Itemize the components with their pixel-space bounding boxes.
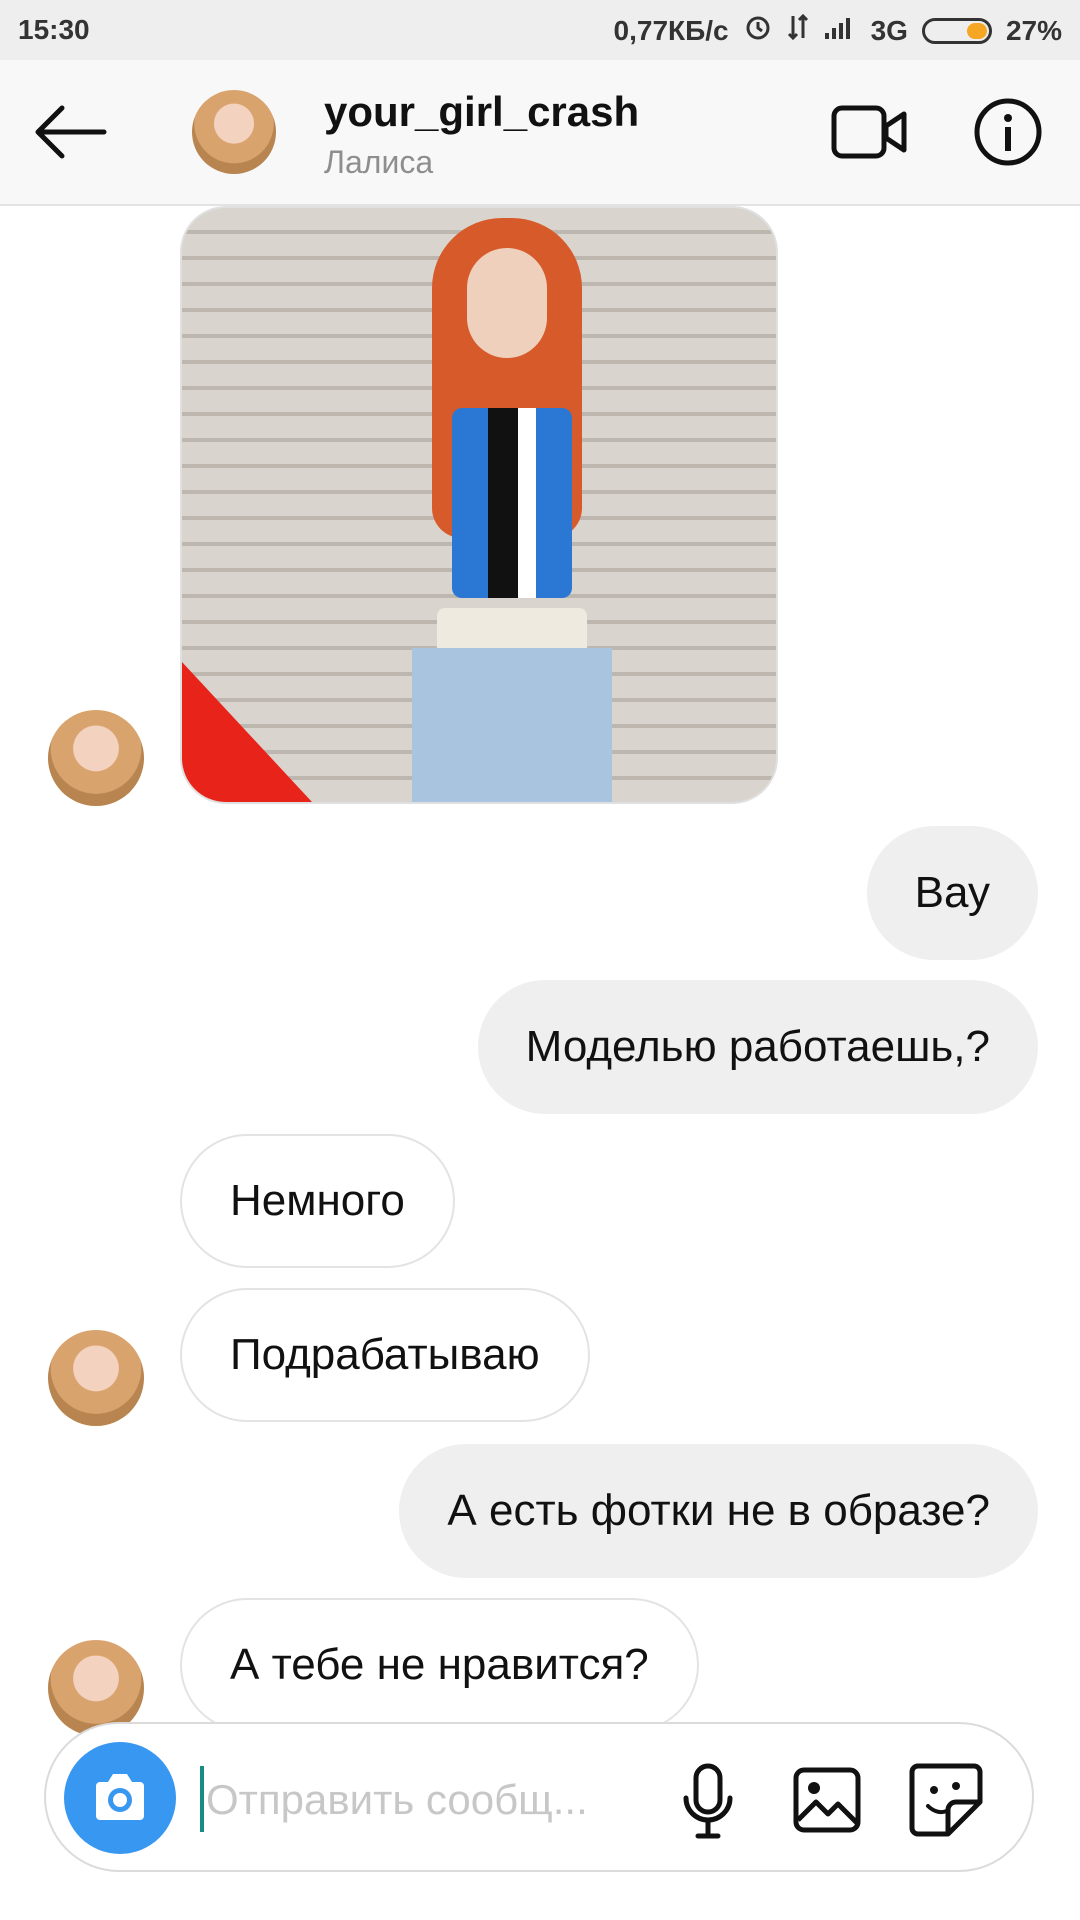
- avatar[interactable]: [48, 1330, 144, 1426]
- message-sent[interactable]: Вау: [866, 826, 1038, 960]
- message-received[interactable]: Подрабатываю: [180, 1288, 590, 1422]
- sticker-icon[interactable]: [908, 1762, 984, 1838]
- message-input[interactable]: Отправить сообщ...: [206, 1776, 588, 1824]
- display-name: Лалиса: [324, 144, 434, 180]
- avatar[interactable]: [192, 90, 276, 174]
- status-time: 15:30: [18, 14, 90, 45]
- message-composer[interactable]: Отправить сообщ...: [44, 1722, 1034, 1872]
- info-icon[interactable]: [972, 96, 1044, 168]
- signal-icon: [823, 13, 857, 48]
- avatar[interactable]: [48, 710, 144, 806]
- battery-icon: [921, 17, 992, 44]
- battery-percent: 27%: [1005, 14, 1062, 46]
- message-received[interactable]: Немного: [180, 1134, 455, 1268]
- username[interactable]: your_girl_crash: [324, 88, 639, 136]
- network-type: 3G: [870, 14, 908, 46]
- message-received[interactable]: А тебе не нравится?: [180, 1598, 699, 1732]
- photo-message[interactable]: [180, 206, 778, 804]
- text-cursor: [200, 1766, 204, 1832]
- camera-icon[interactable]: [64, 1742, 176, 1854]
- back-arrow-icon[interactable]: [30, 100, 110, 164]
- chat-header: your_girl_crash Лалиса: [0, 60, 1080, 206]
- message-sent[interactable]: А есть фотки не в образе?: [399, 1444, 1038, 1578]
- video-camera-icon[interactable]: [830, 102, 910, 162]
- status-bar: 15:30 0,77КБ/с 3G 27%: [0, 0, 1080, 60]
- network-speed: 0,77КБ/с: [613, 14, 729, 46]
- status-indicators: 0,77КБ/с 3G 27%: [614, 12, 1062, 49]
- data-transfer-icon: [787, 12, 809, 49]
- microphone-icon[interactable]: [676, 1762, 740, 1842]
- message-sent[interactable]: Моделью работаешь,?: [477, 980, 1038, 1114]
- alarm-icon: [743, 12, 773, 49]
- gallery-icon[interactable]: [792, 1766, 862, 1834]
